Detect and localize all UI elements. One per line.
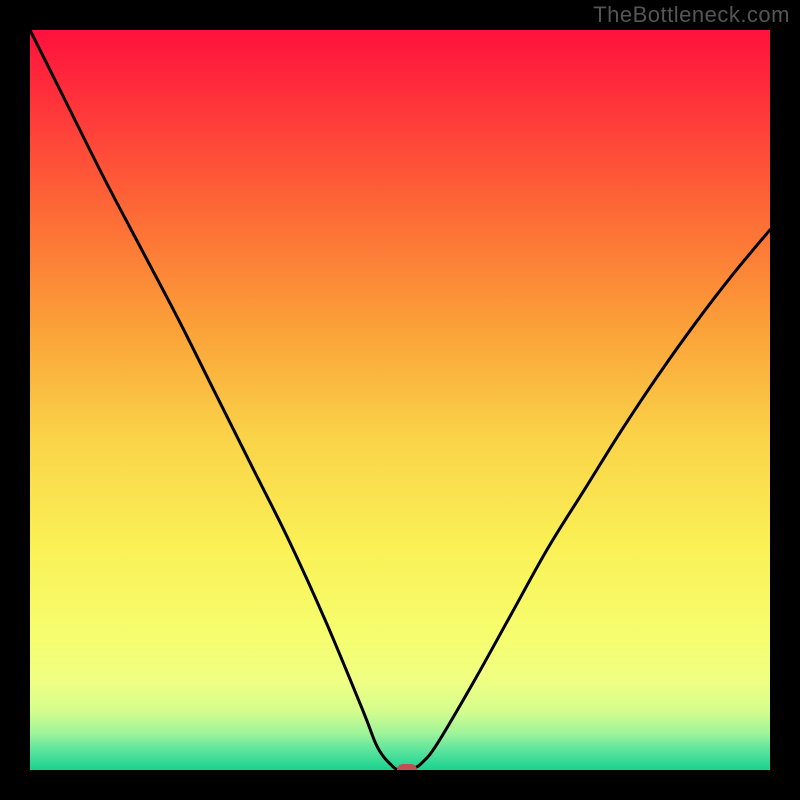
watermark-text: TheBottleneck.com [593, 2, 790, 28]
optimum-marker [397, 764, 417, 770]
chart-frame: TheBottleneck.com [0, 0, 800, 800]
gradient-background [30, 30, 770, 770]
chart-svg [30, 30, 770, 770]
plot-area [30, 30, 770, 770]
